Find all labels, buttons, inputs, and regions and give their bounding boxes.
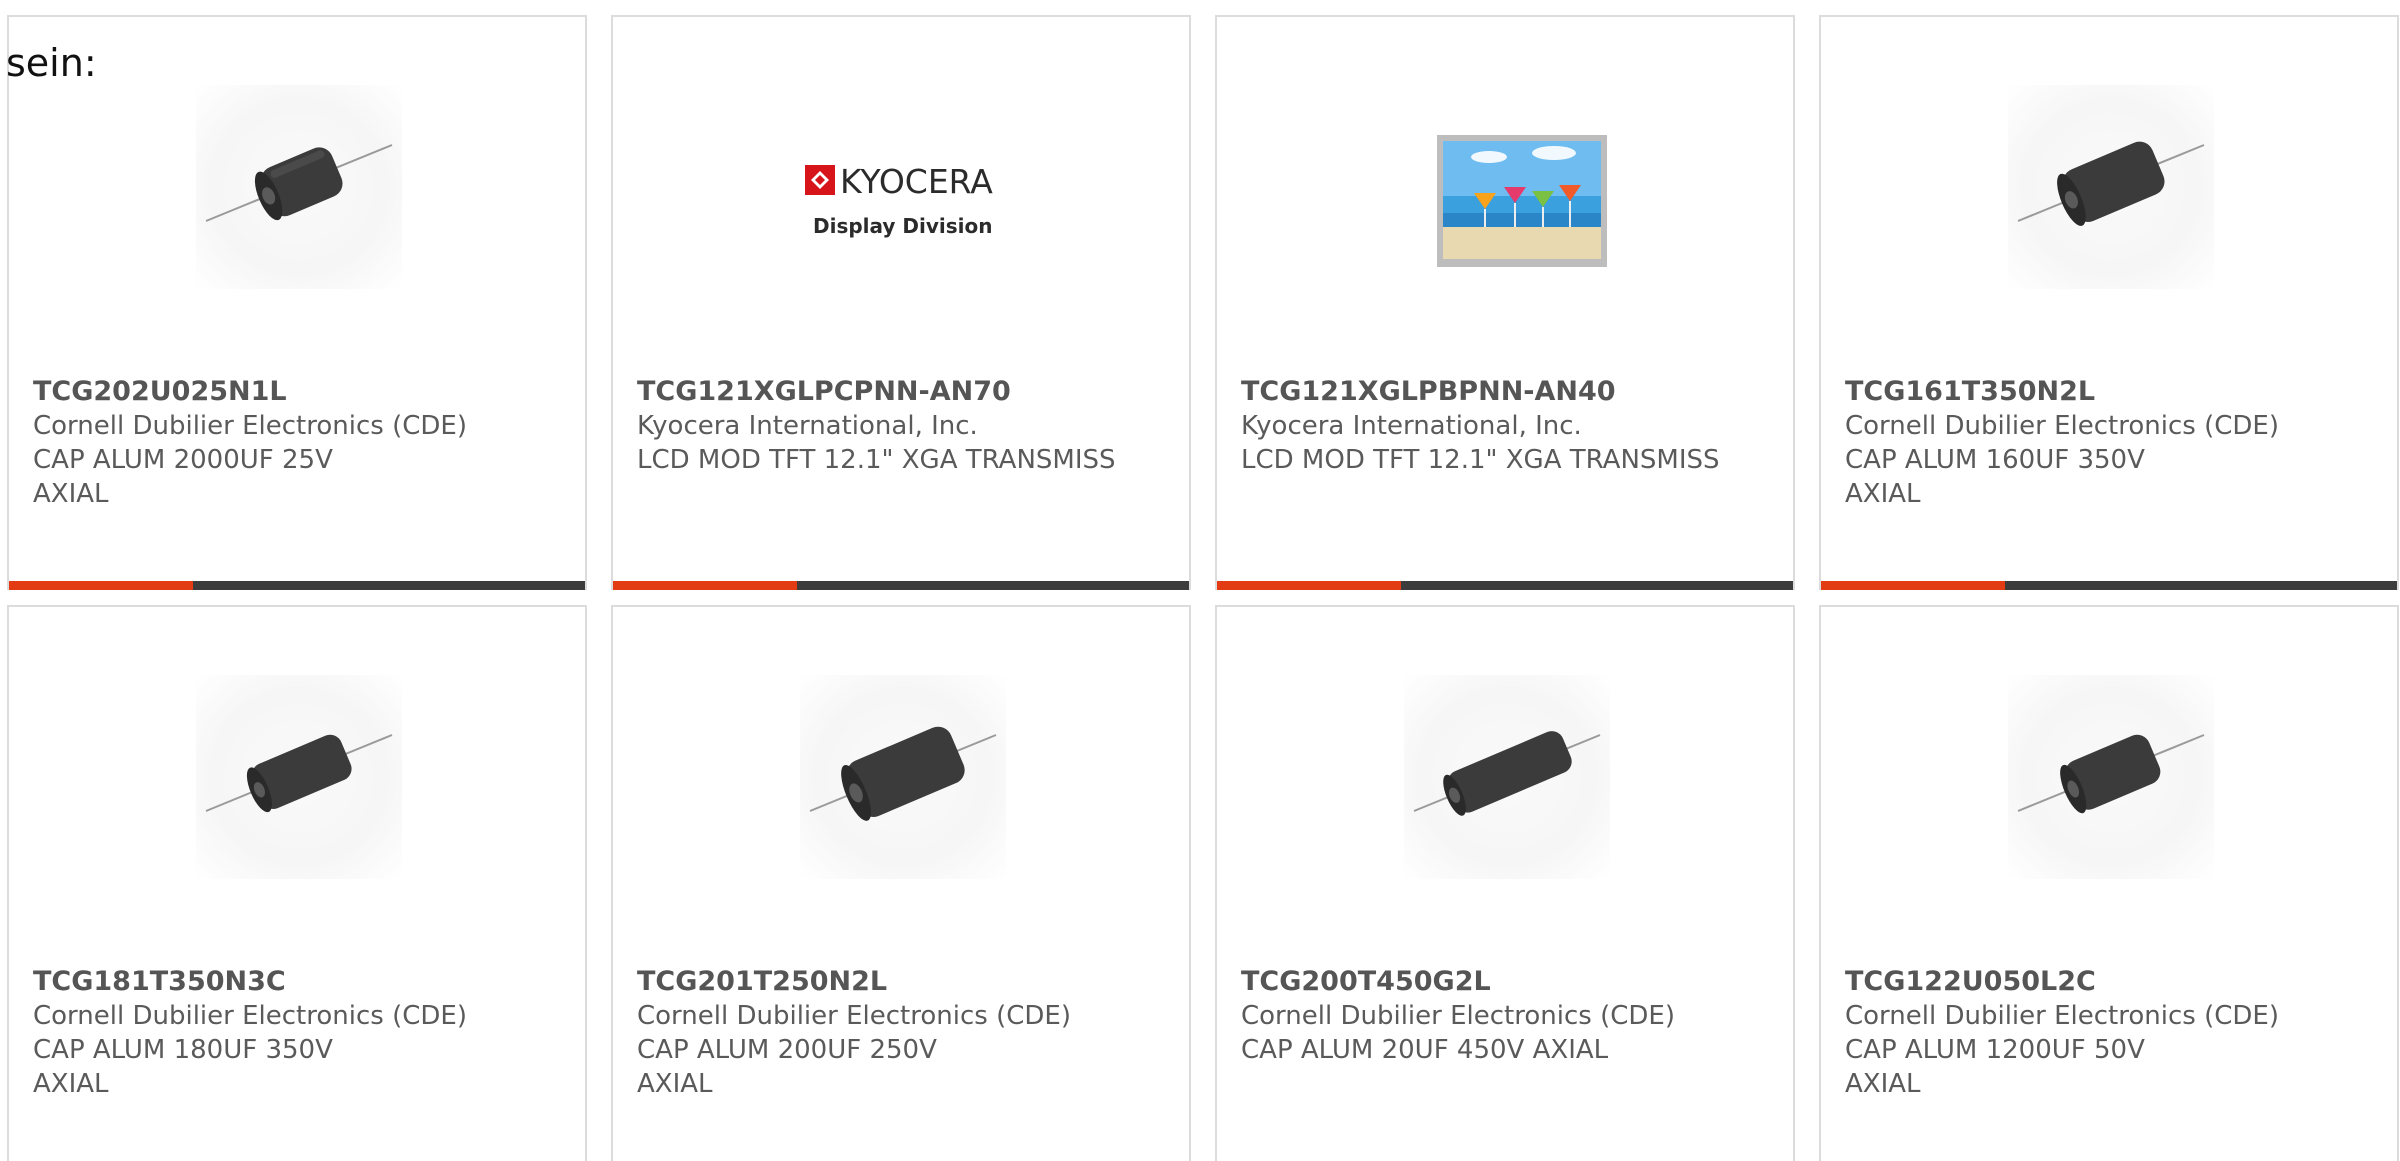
card-accent-bar <box>9 581 194 590</box>
description: CAP ALUM 160UF 350V AXIAL <box>1845 445 2145 509</box>
kyocera-logo: KYOCERA Display Division <box>800 85 1006 289</box>
card-accent-bar <box>1217 581 1402 590</box>
axial-capacitor-icon <box>2008 675 2214 879</box>
product-grid: TCG202U025N1L Cornell Dubilier Electroni… <box>7 15 2399 1161</box>
manufacturer: Cornell Dubilier Electronics (CDE) <box>1845 1001 2279 1031</box>
product-info: TCG121XGLPBPNN-AN40 Kyocera Internationa… <box>1241 375 1769 477</box>
description: CAP ALUM 2000UF 25V AXIAL <box>33 445 333 509</box>
product-card[interactable]: TCG201T250N2L Cornell Dubilier Electroni… <box>611 605 1191 1161</box>
card-accent-bar <box>1821 581 2006 590</box>
description: CAP ALUM 20UF 450V AXIAL <box>1241 1035 1609 1065</box>
product-info: TCG200T450G2L Cornell Dubilier Electroni… <box>1241 965 1769 1067</box>
product-card[interactable]: TCG161T350N2L Cornell Dubilier Electroni… <box>1819 15 2399 590</box>
manufacturer: Cornell Dubilier Electronics (CDE) <box>33 411 467 441</box>
product-card[interactable]: TCG181T350N3C Cornell Dubilier Electroni… <box>7 605 587 1161</box>
manufacturer: Kyocera International, Inc. <box>637 411 978 441</box>
part-number-link[interactable]: TCG161T350N2L <box>1845 375 2373 409</box>
product-info: TCG121XGLPCPNN-AN70 Kyocera Internationa… <box>637 375 1165 477</box>
card-bottom-bar <box>613 581 1189 590</box>
manufacturer: Kyocera International, Inc. <box>1241 411 1582 441</box>
manufacturer: Cornell Dubilier Electronics (CDE) <box>33 1001 467 1031</box>
description: LCD MOD TFT 12.1" XGA TRANSMISS <box>637 445 1116 475</box>
manufacturer: Cornell Dubilier Electronics (CDE) <box>637 1001 1071 1031</box>
lcd-module-icon <box>1404 85 1610 289</box>
product-card[interactable]: KYOCERA Display Division TCG121XGLPCPNN-… <box>611 15 1191 590</box>
axial-capacitor-icon <box>800 675 1006 879</box>
svg-text:Display Division: Display Division <box>813 214 993 238</box>
product-info: TCG181T350N3C Cornell Dubilier Electroni… <box>33 965 561 1101</box>
product-card[interactable]: TCG200T450G2L Cornell Dubilier Electroni… <box>1215 605 1795 1161</box>
card-bottom-bar <box>1217 581 1793 590</box>
axial-capacitor-icon <box>1404 675 1610 879</box>
card-bottom-bar <box>1821 581 2397 590</box>
product-info: TCG202U025N1L Cornell Dubilier Electroni… <box>33 375 561 511</box>
manufacturer: Cornell Dubilier Electronics (CDE) <box>1241 1001 1675 1031</box>
intro-text: sein: <box>6 41 97 85</box>
axial-capacitor-icon <box>2008 85 2214 289</box>
part-number-link[interactable]: TCG200T450G2L <box>1241 965 1769 999</box>
product-card[interactable]: TCG121XGLPBPNN-AN40 Kyocera Internationa… <box>1215 15 1795 590</box>
product-info: TCG122U050L2C Cornell Dubilier Electroni… <box>1845 965 2373 1101</box>
description: CAP ALUM 200UF 250V AXIAL <box>637 1035 937 1099</box>
product-info: TCG201T250N2L Cornell Dubilier Electroni… <box>637 965 1165 1101</box>
part-number-link[interactable]: TCG121XGLPCPNN-AN70 <box>637 375 1165 409</box>
product-card[interactable]: TCG202U025N1L Cornell Dubilier Electroni… <box>7 15 587 590</box>
part-number-link[interactable]: TCG181T350N3C <box>33 965 561 999</box>
description: CAP ALUM 1200UF 50V AXIAL <box>1845 1035 2145 1099</box>
product-card[interactable]: TCG122U050L2C Cornell Dubilier Electroni… <box>1819 605 2399 1161</box>
axial-capacitor-icon <box>196 85 402 289</box>
axial-capacitor-icon <box>196 675 402 879</box>
description: CAP ALUM 180UF 350V AXIAL <box>33 1035 333 1099</box>
manufacturer: Cornell Dubilier Electronics (CDE) <box>1845 411 2279 441</box>
part-number-link[interactable]: TCG122U050L2C <box>1845 965 2373 999</box>
description: LCD MOD TFT 12.1" XGA TRANSMISS <box>1241 445 1720 475</box>
part-number-link[interactable]: TCG202U025N1L <box>33 375 561 409</box>
product-grid-page: sein: TCG202U025N1L Cornell Dubilier Ele… <box>0 0 2400 1161</box>
card-bottom-bar <box>9 581 585 590</box>
svg-text:KYOCERA: KYOCERA <box>840 162 993 201</box>
product-info: TCG161T350N2L Cornell Dubilier Electroni… <box>1845 375 2373 511</box>
part-number-link[interactable]: TCG121XGLPBPNN-AN40 <box>1241 375 1769 409</box>
part-number-link[interactable]: TCG201T250N2L <box>637 965 1165 999</box>
card-accent-bar <box>613 581 798 590</box>
